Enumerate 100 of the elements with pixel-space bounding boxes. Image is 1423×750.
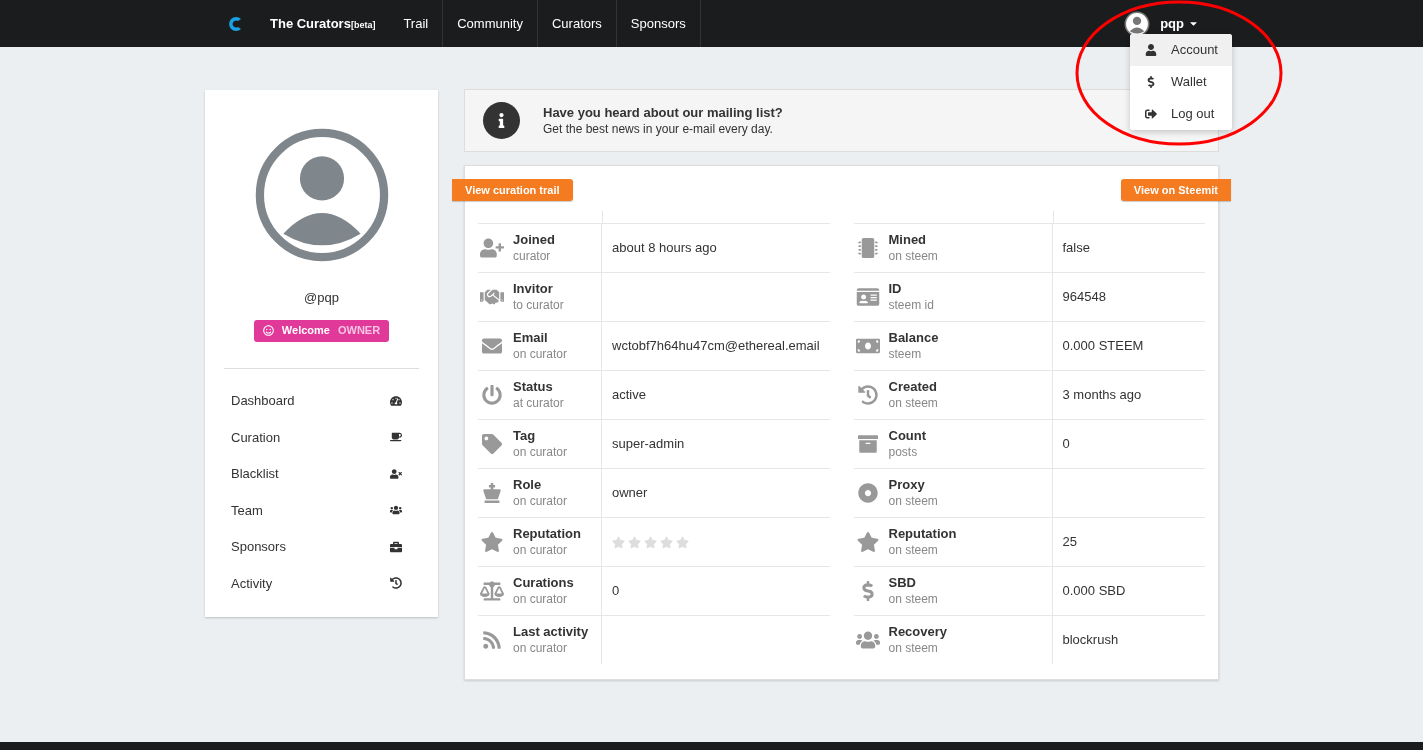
nav-link[interactable]: Curators [536,0,616,47]
row-sublabel: on steem [888,591,938,607]
row-sublabel: on steem [888,640,939,656]
logo-icon [227,15,243,32]
badge-role: OWNER [337,323,381,339]
user-icon [1145,44,1157,56]
scale-icon [480,581,504,601]
row-label: Reputation [888,526,957,542]
value-text: super-admin [612,435,685,454]
row-label: Proxy [888,477,926,493]
value-text: about 8 hours ago [612,239,717,258]
row-sublabel: posts [888,444,919,460]
row-label: Tag [513,428,537,444]
info-icon [483,102,520,139]
rating-star-icon [628,535,641,549]
rss-icon [480,630,504,650]
row-label: Invitor [513,281,554,297]
briefcase-icon [390,540,402,553]
chess-icon [480,483,504,503]
value-text: 0.000 SBD [1062,582,1126,601]
row-label: Created [888,379,938,395]
row-label: Email [513,330,549,346]
sidebar-item[interactable]: Sponsors [224,528,419,565]
rating-star-icon [612,535,625,549]
users-icon [390,504,402,517]
history-icon [390,577,402,590]
row-sublabel: on steem [888,493,938,509]
sign-out-icon [1145,108,1157,120]
nav-link[interactable]: Trail [389,0,443,47]
row-sublabel: on curator [513,444,568,460]
row-sublabel: at curator [513,395,564,411]
brand-link[interactable]: The Curators[beta] [270,13,376,34]
dropdown-item[interactable]: Account [1130,34,1232,66]
star-icon [855,532,880,552]
value-text: 0.000 STEEM [1062,337,1144,356]
nav-link[interactable]: Sponsors [615,0,701,47]
star-icon [480,532,504,552]
chip-icon [855,238,880,258]
row-sublabel: on steem [888,248,938,264]
power-icon [480,385,504,405]
value-text: 0 [612,582,620,601]
rating-star-icon [644,535,657,549]
user-plus-icon [480,238,504,258]
banknote-icon [855,336,880,356]
row-sublabel: on curator [513,542,569,558]
row-sublabel: curator [513,248,552,264]
dollar-icon [1145,76,1157,88]
handshake-icon [480,287,504,307]
history-icon [855,385,880,405]
row-label: Recovery [888,624,948,640]
nav-link[interactable]: Community [442,0,537,47]
username: @pqp [304,289,339,307]
smile-icon [262,325,274,336]
banner-title: Have you heard about our mailing list? [543,103,783,121]
value-text: 964548 [1062,288,1106,307]
user-x-icon [390,467,402,480]
sidebar-item[interactable]: Dashboard [224,382,419,419]
row-sublabel: on curator [513,493,568,509]
badge-label: Welcome [281,323,330,339]
user-menu-button[interactable]: pqp [1160,13,1199,34]
id-card-icon [855,287,880,307]
row-sublabel: on steem [888,542,939,558]
row-sublabel: on steem [888,395,938,411]
dropdown-item[interactable]: Log out [1130,98,1232,130]
sidebar-item[interactable]: Team [224,492,419,529]
row-sublabel: on curator [513,591,569,607]
value-text: 0 [1062,435,1070,454]
row-sublabel: steem [888,346,923,362]
row-label: Joined [513,232,555,248]
rating-star-icon [660,535,673,549]
row-label: Last activity [513,624,589,640]
dropdown-item[interactable]: Wallet [1130,66,1232,98]
tag-icon [480,434,504,454]
rating-star-icon [676,535,689,549]
row-sublabel: on curator [513,346,568,362]
row-sublabel: on curator [513,640,569,656]
value-text: 3 months ago [1062,386,1142,405]
row-label: Role [513,477,543,493]
value-text: blockrush [1062,631,1119,650]
value-text: wctobf7h64hu47cm@ethereal.email [612,337,820,356]
avatar-icon [1124,10,1151,37]
cup-icon [390,431,402,444]
row-label: Reputation [513,526,581,542]
envelope-icon [480,336,504,356]
sidebar-item[interactable]: Blacklist [224,455,419,492]
value-text: active [612,386,646,405]
value-text: owner [612,484,648,503]
archive-icon [855,434,880,454]
gauge-icon [390,394,402,407]
row-sublabel: steem id [888,297,934,313]
target-icon [855,483,880,503]
sidebar-item[interactable]: Activity [224,565,419,602]
row-label: Count [888,428,927,444]
row-label: Mined [888,232,928,248]
row-label: Curations [513,575,574,591]
banner-text: Get the best news in your e-mail every day. [543,120,774,138]
value-text: 25 [1062,533,1077,552]
row-label: Status [513,379,554,395]
sidebar-item[interactable]: Curation [224,419,419,456]
users-icon [855,630,880,650]
